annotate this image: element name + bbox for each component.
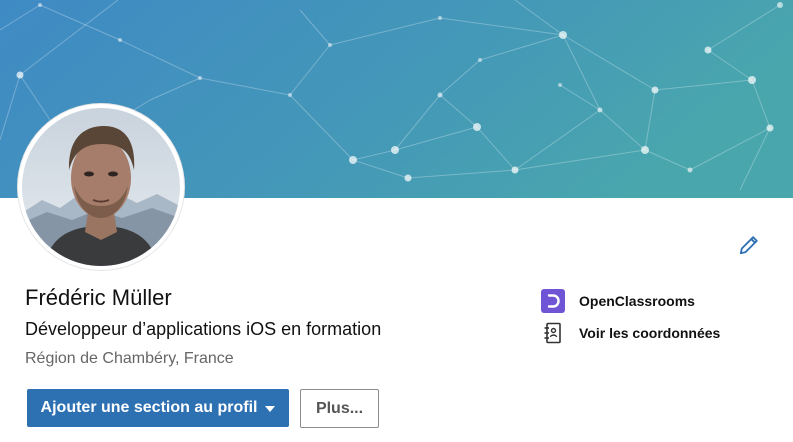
contact-info-link[interactable]: Voir les coordonnées	[541, 321, 720, 345]
profile-card: Frédéric Müller Développeur d’applicatio…	[0, 0, 793, 442]
contact-info-label: Voir les coordonnées	[579, 325, 721, 341]
add-profile-section-label: Ajouter une section au profil	[40, 399, 258, 416]
address-book-icon	[541, 321, 565, 345]
profile-location: Région de Chambéry, France	[25, 350, 234, 367]
edit-profile-button[interactable]	[734, 230, 764, 260]
avatar	[22, 108, 180, 266]
profile-headline: Développeur d’applications iOS en format…	[25, 319, 382, 339]
add-profile-section-button[interactable]: Ajouter une section au profil	[27, 389, 289, 427]
more-button[interactable]: Plus...	[300, 389, 379, 428]
profile-photo[interactable]	[22, 108, 180, 266]
profile-name: Frédéric Müller	[25, 285, 172, 310]
company-link[interactable]: OpenClassrooms	[541, 289, 695, 313]
caret-down-icon	[265, 406, 276, 412]
openclassrooms-logo-icon	[541, 289, 565, 313]
company-label: OpenClassrooms	[579, 293, 695, 309]
pencil-icon	[739, 236, 758, 255]
